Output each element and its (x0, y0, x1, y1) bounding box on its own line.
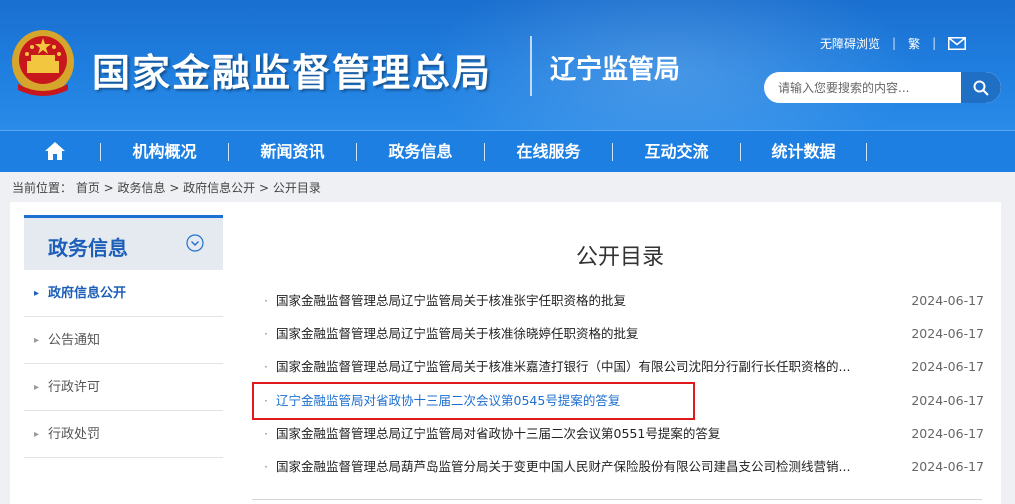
document-date: 2024-06-17 (911, 426, 984, 441)
sidebar-item-notices[interactable]: ▸ 公告通知 (24, 317, 223, 364)
document-row[interactable]: · 国家金融监督管理总局辽宁监管局关于核准徐晓婷任职资格的批复 2024-06-… (264, 322, 984, 346)
site-title[interactable]: 国家金融监督管理总局 (92, 42, 492, 97)
chevron-down-icon[interactable] (186, 234, 204, 252)
main-content: 公开目录 · 国家金融监督管理总局辽宁监管局关于核准张宇任职资格的批复 2024… (252, 202, 984, 504)
mail-icon[interactable] (948, 36, 967, 50)
site-header: 国家金融监督管理总局 辽宁监管局 无障碍浏览 | 繁 | (0, 0, 1015, 130)
highlight-annotation-box (252, 382, 695, 420)
traditional-chinese-link[interactable]: 繁 (908, 35, 920, 52)
document-title[interactable]: 国家金融监督管理总局辽宁监管局关于核准张宇任职资格的批复 (276, 289, 876, 313)
search-button[interactable] (961, 72, 1001, 103)
sidebar-item-label: 政府信息公开 (48, 286, 127, 301)
accessibility-link[interactable]: 无障碍浏览 (820, 35, 880, 52)
nav-item-government-info[interactable]: 政务信息 (357, 131, 484, 173)
main-nav: 机构概况 新闻资讯 政务信息 在线服务 互动交流 统计数据 (0, 130, 1015, 172)
sidebar-header: 政务信息 (24, 215, 223, 270)
document-title[interactable]: 国家金融监督管理总局辽宁监管局关于核准米嘉渣打银行（中国）有限公司沈阳分行副行长… (276, 355, 876, 379)
breadcrumb[interactable]: 当前位置： 首页 > 政务信息 > 政府信息公开 > 公开目录 (12, 179, 321, 196)
national-emblem-icon[interactable] (10, 28, 76, 100)
document-row[interactable]: · 国家金融监督管理总局辽宁监管局关于核准米嘉渣打银行（中国）有限公司沈阳分行副… (264, 355, 984, 379)
page-title: 公开目录 (575, 245, 664, 270)
sidebar-item-label: 行政处罚 (48, 427, 101, 442)
bullet-icon: ▸ (34, 288, 40, 299)
branch-title[interactable]: 辽宁监管局 (550, 49, 680, 86)
sidebar-item-admin-penalty[interactable]: ▸ 行政处罚 (24, 411, 223, 458)
nav-item-statistics[interactable]: 统计数据 (741, 131, 866, 173)
sidebar-item-admin-license[interactable]: ▸ 行政许可 (24, 364, 223, 411)
divider (252, 499, 982, 500)
nav-item-interaction[interactable]: 互动交流 (613, 131, 740, 173)
document-row[interactable]: · 国家金融监督管理总局辽宁监管局关于核准张宇任职资格的批复 2024-06-1… (264, 289, 984, 313)
sidebar-item-label: 公告通知 (48, 333, 101, 348)
bullet-icon: ▸ (34, 335, 40, 346)
content-panel: 政务信息 ▸ 政府信息公开 ▸ 公告通知 ▸ 行政许可 ▸ 行政处罚 公开目录 … (10, 202, 1001, 504)
home-icon[interactable] (44, 141, 66, 161)
top-links: 无障碍浏览 | 繁 | (820, 34, 967, 52)
header-divider (530, 36, 532, 96)
document-date: 2024-06-17 (911, 359, 984, 374)
bullet-icon: ▸ (34, 382, 40, 393)
document-title[interactable]: 国家金融监督管理总局辽宁监管局对省政协十三届二次会议第0551号提案的答复 (276, 422, 876, 446)
document-title[interactable]: 国家金融监督管理总局葫芦岛监管分局关于变更中国人民财产保险股份有限公司建昌支公司… (276, 455, 876, 479)
document-date: 2024-06-17 (911, 326, 984, 341)
document-row[interactable]: · 国家金融监督管理总局葫芦岛监管分局关于变更中国人民财产保险股份有限公司建昌支… (264, 455, 984, 479)
nav-item-about[interactable]: 机构概况 (101, 131, 228, 173)
sidebar: 政务信息 ▸ 政府信息公开 ▸ 公告通知 ▸ 行政许可 ▸ 行政处罚 (24, 215, 223, 458)
document-title[interactable]: 国家金融监督管理总局辽宁监管局关于核准徐晓婷任职资格的批复 (276, 322, 876, 346)
sidebar-item-label: 行政许可 (48, 380, 101, 395)
nav-item-news[interactable]: 新闻资讯 (229, 131, 356, 173)
sidebar-title: 政务信息 (48, 236, 128, 260)
nav-item-online-services[interactable]: 在线服务 (485, 131, 612, 173)
search-input[interactable] (764, 72, 960, 103)
search-icon (973, 80, 989, 96)
sidebar-item-gov-info-disclosure[interactable]: ▸ 政府信息公开 (24, 270, 223, 317)
bullet-icon: ▸ (34, 429, 40, 440)
document-date: 2024-06-17 (911, 459, 984, 474)
document-row[interactable]: · 国家金融监督管理总局辽宁监管局对省政协十三届二次会议第0551号提案的答复 … (264, 422, 984, 446)
document-date: 2024-06-17 (911, 293, 984, 308)
document-date: 2024-06-17 (911, 393, 984, 408)
search-box (764, 72, 1001, 103)
